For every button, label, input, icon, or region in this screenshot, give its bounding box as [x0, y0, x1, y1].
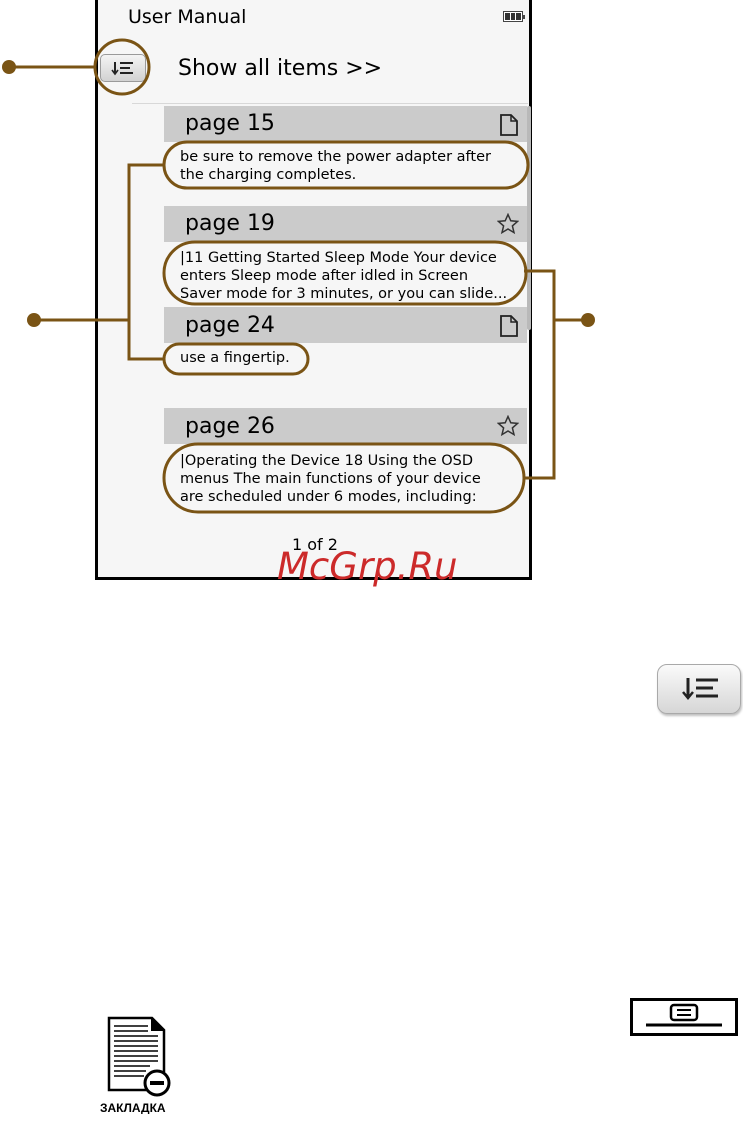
callout-dot [27, 313, 41, 327]
bookmark-remove-icon: ЗАКЛАДКА [100, 1016, 171, 1114]
callout-oval-page-19 [162, 240, 528, 306]
callout-ring-sort [93, 38, 151, 96]
icon-caption: ЗАКЛАДКА [100, 1101, 166, 1114]
callout-oval-page-26 [162, 442, 526, 514]
callout-dot [2, 60, 16, 74]
callout-oval-page-15 [162, 140, 530, 190]
sort-list-icon [682, 678, 718, 700]
callout-overlay [2, 38, 595, 514]
callout-dot [581, 313, 595, 327]
callout-oval-page-24 [162, 342, 310, 376]
bookmark-key-icon [630, 998, 738, 1036]
sort-button-large[interactable] [657, 664, 741, 714]
